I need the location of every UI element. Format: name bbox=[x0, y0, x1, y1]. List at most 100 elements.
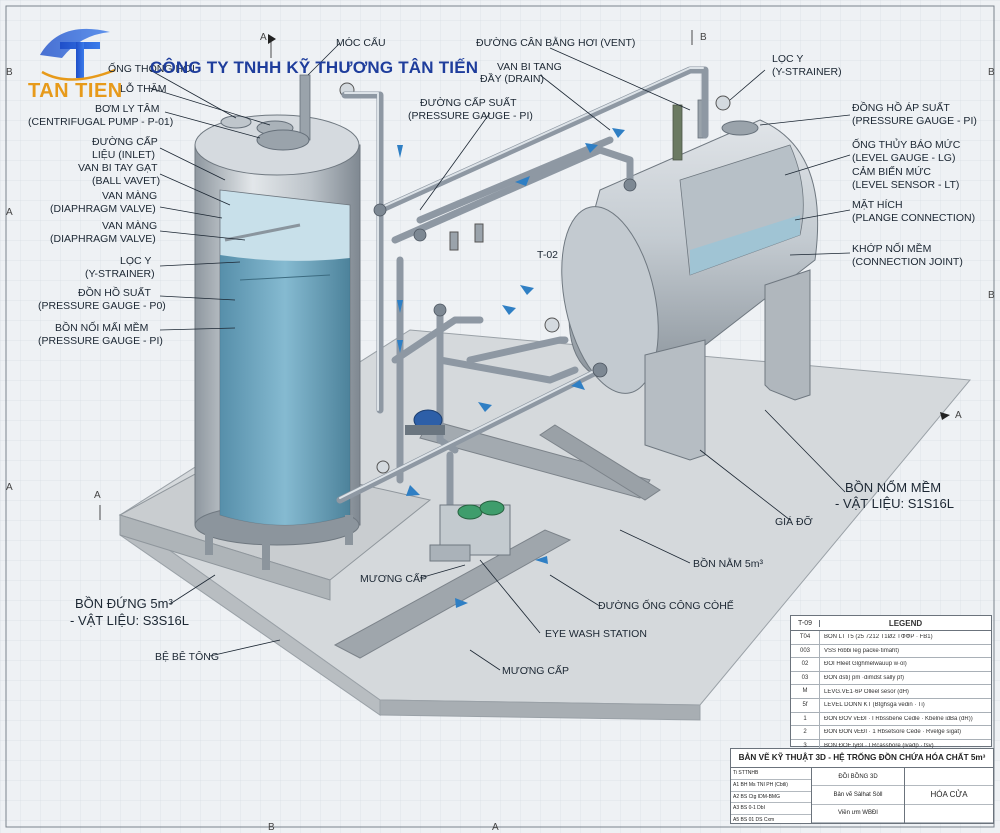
frame-mark-b-right-2: B bbox=[988, 290, 995, 301]
frame-mark-a-left: A bbox=[6, 207, 13, 218]
legend-header-code: T-09 bbox=[791, 619, 820, 627]
frame-mark-a-bottom: A bbox=[492, 822, 499, 833]
frame-mark-a-left-2: A bbox=[6, 482, 13, 493]
legend-code: 2 bbox=[791, 726, 820, 739]
label-suction-2: (PRESSURE GAUGE - PI) bbox=[408, 110, 533, 122]
label-be-be-tong: BỆ BÊ TÔNG bbox=[155, 650, 219, 663]
revision-row: A2 BS Ctg IDM-BMG bbox=[731, 792, 811, 804]
title-block-revisions: Ti STTNHB A1 BH Ms TNI PH (Cbtli) A2 BS … bbox=[731, 768, 812, 827]
title-block-mid-cell: ĐỒI BỒNG 3D bbox=[812, 768, 904, 787]
eye-wash-station bbox=[429, 500, 511, 562]
saddle-front bbox=[644, 339, 706, 461]
label-vat-lieu-left: - VẬT LIỆU: S3S16L bbox=[70, 613, 189, 628]
svg-text:B: B bbox=[700, 32, 707, 43]
label-khop-noi: KHỚP NỐI MỀM bbox=[852, 241, 931, 255]
svg-text:A: A bbox=[260, 32, 267, 43]
title-block-right-cell: HÓA CỬA bbox=[905, 786, 993, 805]
label-eye-wash: EYE WASH STATION bbox=[545, 628, 647, 640]
label-loc-y-right: LỌC Y bbox=[772, 53, 803, 65]
legend-code: 1 bbox=[791, 712, 820, 726]
legend-text: LEVEL DONN KT (Btghsga vedin · Ti) bbox=[824, 702, 925, 709]
label-pressure-gauge-pi-left: (PRESSURE GAUGE - PI) bbox=[38, 335, 163, 347]
label-ball-valve: (BALL VAVET) bbox=[92, 175, 160, 187]
label-drain-2: ĐẦY (DRAIN) bbox=[480, 72, 544, 85]
revision-row: A3 BS 0-1 DbI bbox=[731, 803, 811, 816]
legend-code: 03 bbox=[791, 671, 820, 685]
revision-row: A5 BS 01 DS Cxm bbox=[731, 815, 811, 827]
legend-row: 02 ĐỒI Hleet Glghmelwauup w·ol) bbox=[791, 658, 991, 672]
legend-code: 5f bbox=[791, 698, 820, 712]
label-suction-1: ĐƯỜNG CẤP SUẤT bbox=[420, 96, 517, 109]
label-level-gauge: (LEVEL GAUGE - LG) bbox=[852, 152, 955, 164]
label-loc-y-left: LỌC Y bbox=[120, 255, 151, 267]
legend-text: ĐỒI Hleet Glghmelwauup w·ol) bbox=[824, 661, 907, 668]
drawing-stage: B A A B B B A A B A A ỐNG THÔNG HƠI LỖ T… bbox=[0, 0, 1000, 833]
frame-mark-b-bottom: B bbox=[268, 822, 275, 833]
label-diaphragm-1: (DIAPHRAGM VALVE) bbox=[50, 203, 156, 215]
title-block-mid: ĐỒI BỒNG 3D Bản vẽ Sàlhat Sòll Viền ưm W… bbox=[812, 768, 905, 823]
label-inlet: LIỆU (INLET) bbox=[92, 148, 155, 161]
label-connection-joint: (CONNECTION JOINT) bbox=[852, 256, 963, 268]
legend-row: 03 ĐỒN dsti) pm ·dimdst sally pf) bbox=[791, 671, 991, 686]
label-flange: (PLANGE CONNECTION) bbox=[852, 212, 975, 224]
label-muong-cap-mid: MƯƠNG CẤP bbox=[360, 572, 427, 585]
legend-code: 02 bbox=[791, 658, 820, 671]
revision-row: Ti STTNHB bbox=[731, 768, 811, 780]
legend-text: ĐỒN ĐỒV vEĐI · I Rbssbene Cedle · Kbelne… bbox=[824, 715, 973, 722]
title-block-right-cell bbox=[905, 805, 993, 823]
legend-row: 003 VSS Ribbi leg packe·timaht) bbox=[791, 644, 991, 659]
legend-row: M LEVG.VE1·6P Olleel sesor (dH) bbox=[791, 685, 991, 699]
label-diaphragm-2: (DIAPHRAGM VALVE) bbox=[50, 233, 156, 245]
legend-code: M bbox=[791, 685, 820, 698]
label-muong-cap-front: MƯƠNG CẤP bbox=[502, 664, 569, 677]
title-block-right-cell bbox=[905, 768, 993, 787]
title-block-title: BẢN VẼ KỸ THUẬT 3D - HỆ TRỐNG ĐỒN CHỨA H… bbox=[731, 749, 993, 768]
label-duong-ong: ĐƯỜNG ỐNG CÔNG CÒHẾ bbox=[598, 598, 734, 612]
label-van-mang-2: VAN MÀNG bbox=[102, 219, 157, 232]
svg-text:A: A bbox=[955, 410, 962, 421]
company-name: CÔNG TY TNHH KỸ THƯƠNG TÂN TIẾN bbox=[150, 58, 479, 77]
logo-text: TAN TIEN bbox=[28, 80, 123, 102]
label-bom-ly-tam-en: (CENTRIFUGAL PUMP - P-01) bbox=[28, 116, 173, 128]
label-bom-ly-tam: BƠM LY TÂM bbox=[95, 102, 159, 115]
legend-text: ĐỒN ĐỒN vEĐI · 1 Rbsetsore Cede · Rvelge… bbox=[824, 729, 962, 736]
label-ong-thuy: ỐNG THỦY BÁO MỨC bbox=[852, 137, 961, 151]
label-pressure-gauge-p0: (PRESSURE GAUGE - P0) bbox=[38, 300, 166, 312]
title-block-right: HÓA CỬA bbox=[905, 768, 993, 823]
legend-header: T-09 LEGEND bbox=[791, 616, 991, 631]
legend-text: BỒN LT T5 (25 7212 T1Ø2 TΦΦP · FB1) bbox=[824, 634, 933, 641]
tank-liquid bbox=[220, 255, 350, 525]
label-vent: ĐƯỜNG CÂN BẰNG HƠI (VENT) bbox=[476, 36, 635, 49]
legend-row: T04 BỒN LT T5 (25 7212 T1Ø2 TΦΦP · FB1) bbox=[791, 631, 991, 645]
label-bon-dung: BỒN ĐỨNG 5m³ bbox=[75, 596, 173, 611]
frame-mark-b-left: B bbox=[6, 67, 13, 78]
label-bon-nam-mem: BỒN NỔM MỀM bbox=[845, 480, 941, 495]
label-drain-1: VAN BI TANG bbox=[497, 61, 562, 73]
label-dong-ho-suat: ĐỒN HỒ SUẤT bbox=[78, 286, 152, 299]
legend-code: T04 bbox=[791, 631, 820, 644]
title-block: BẢN VẼ KỸ THUẬT 3D - HỆ TRỐNG ĐỒN CHỨA H… bbox=[730, 748, 994, 827]
label-dong-ho-ap-suat: ĐỒNG HỒ ÁP SUẤT bbox=[852, 101, 950, 114]
saddle-rear bbox=[764, 269, 811, 401]
legend-title: LEGEND bbox=[888, 618, 923, 628]
label-moc-cau: MÓC CẨU bbox=[336, 36, 386, 49]
legend-row: 1 ĐỒN ĐỒV vEĐI · I Rbssbene Cedle · Kbeln… bbox=[791, 712, 991, 727]
label-bon-nam-5: BỒN NẰM 5m³ bbox=[693, 557, 764, 570]
label-bon-noi-mem: BỒN NỐI MẤI MỀM bbox=[55, 320, 148, 334]
label-cam-bien: CẢM BIẾN MỨC bbox=[852, 165, 931, 178]
vertical-tank bbox=[194, 114, 361, 570]
label-y-strainer-right: (Y-STRAINER) bbox=[772, 66, 842, 78]
label-pressure-gauge-pi-right: (PRESSURE GAUGE - PI) bbox=[852, 115, 977, 127]
label-t02: T-02 bbox=[537, 249, 558, 261]
label-vat-lieu-right: - VẬT LIỆU: S1S16L bbox=[835, 496, 954, 511]
legend-text: LEVG.VE1·6P Olleel sesor (dH) bbox=[824, 688, 909, 695]
label-van-mang-1: VAN MÀNG bbox=[102, 189, 157, 202]
label-gia-do: GIÁ ĐỠ bbox=[775, 515, 813, 528]
title-block-mid-cell: Viền ưm WBĐI bbox=[812, 805, 904, 823]
label-mat-bich: MẶT HÍCH bbox=[852, 198, 903, 211]
revision-row: A1 BH Ms TNI PH (Cbtli) bbox=[731, 780, 811, 792]
label-van-bi: VAN BI TAY GẠT bbox=[78, 162, 158, 174]
label-duong-cap: ĐƯỜNG CẤP bbox=[92, 135, 158, 148]
legend-row: 5f LEVEL DONN KT (Btghsga vedin · Ti) bbox=[791, 698, 991, 713]
label-lo-tham: LỖ THĂM bbox=[120, 82, 166, 95]
